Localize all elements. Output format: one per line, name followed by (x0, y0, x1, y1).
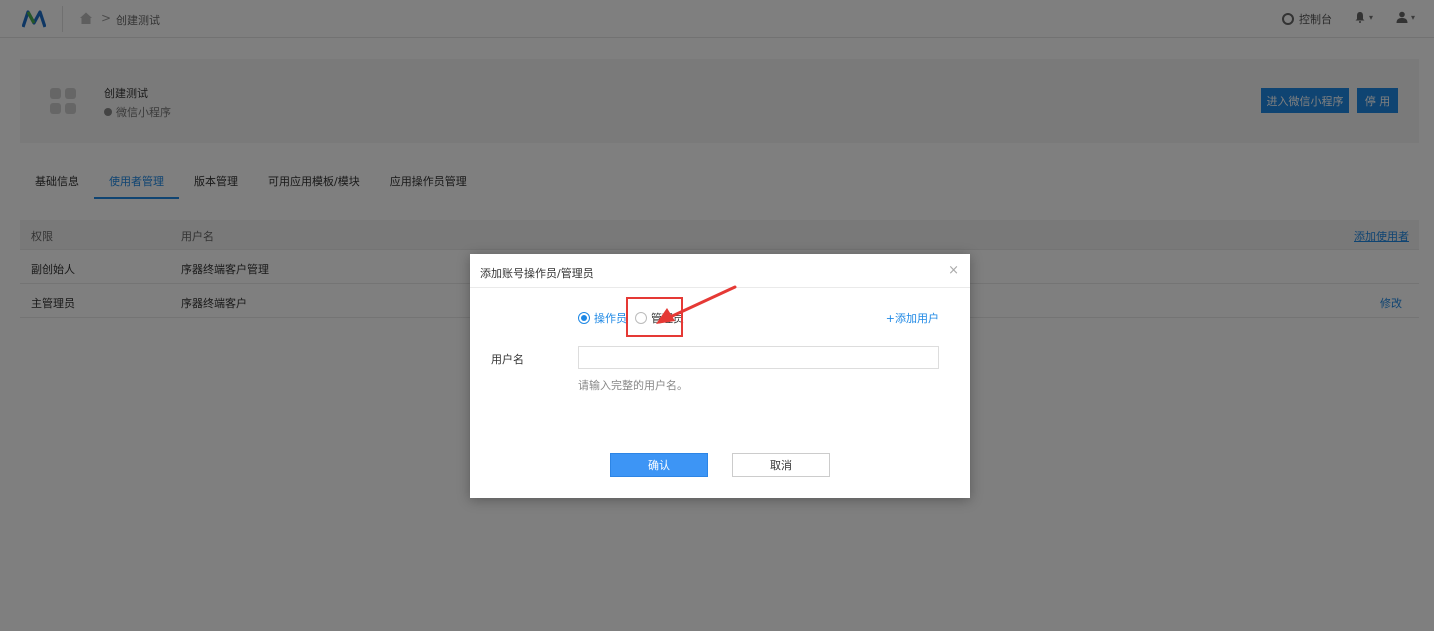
username-label: 用户名 (491, 353, 524, 366)
username-hint: 请输入完整的用户名。 (578, 379, 688, 392)
add-operator-dialog: 添加账号操作员/管理员 × 操作员 管理员 +添加用户 用户名 请输入完整的用户… (470, 254, 970, 498)
confirm-button[interactable]: 确认 (610, 453, 708, 477)
dialog-title: 添加账号操作员/管理员 (480, 267, 594, 280)
username-input[interactable] (578, 346, 939, 369)
radio-operator[interactable]: 操作员 (578, 310, 627, 326)
add-user-plus-link[interactable]: +添加用户 (886, 310, 939, 326)
radio-operator-label: 操作员 (594, 312, 627, 325)
annotation-highlight-box (626, 297, 683, 337)
close-icon[interactable]: × (948, 263, 959, 278)
dialog-header: 添加账号操作员/管理员 × (470, 254, 970, 288)
radio-checked-icon (578, 312, 590, 324)
cancel-button[interactable]: 取消 (732, 453, 830, 477)
